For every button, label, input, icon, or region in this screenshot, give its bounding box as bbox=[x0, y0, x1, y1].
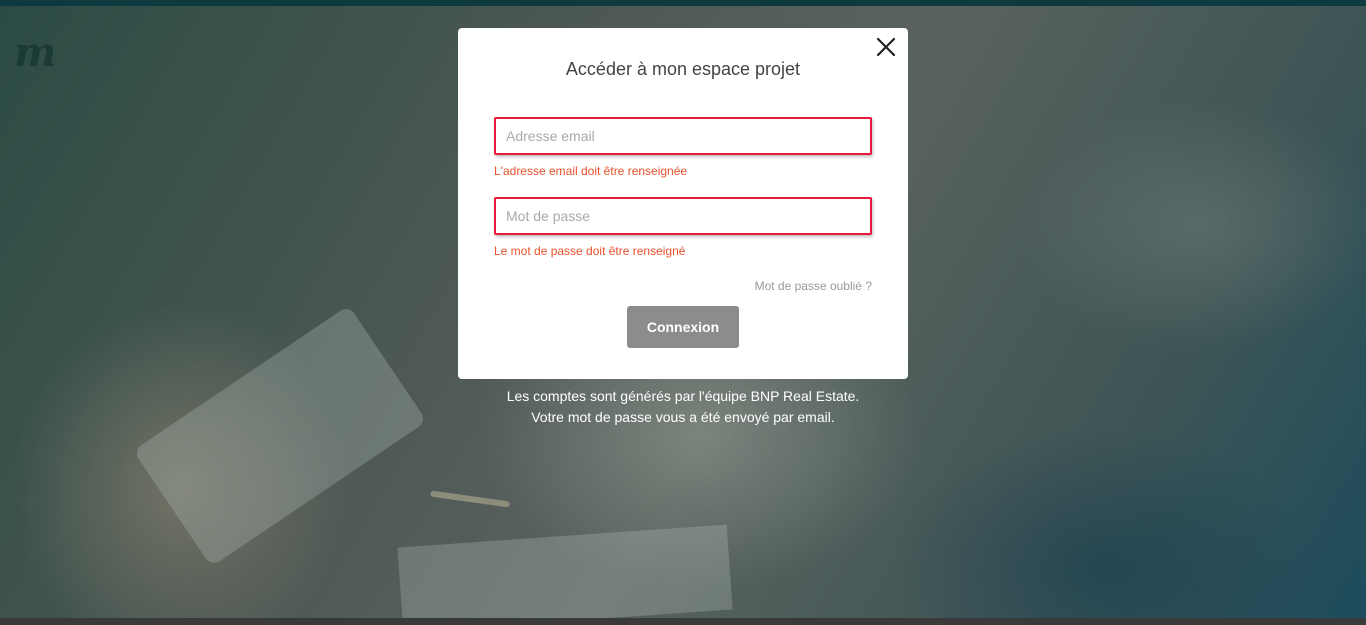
email-error-message: L'adresse email doit être renseignée bbox=[494, 164, 688, 178]
info-line-2: Votre mot de passe vous a été envoyé par… bbox=[531, 409, 835, 425]
background-tablet bbox=[133, 305, 427, 567]
close-icon bbox=[876, 37, 896, 57]
account-info-text: Les comptes sont générés par l'équipe BN… bbox=[458, 386, 908, 428]
info-line-1: Les comptes sont générés par l'équipe BN… bbox=[506, 388, 860, 404]
brand-logo[interactable]: m bbox=[14, 33, 66, 73]
password-field[interactable] bbox=[494, 197, 872, 235]
background-paper bbox=[397, 524, 733, 625]
password-error-message: Le mot de passe doit être renseigné bbox=[494, 244, 686, 258]
forgot-password-link[interactable]: Mot de passe oublié ? bbox=[658, 279, 872, 293]
login-modal: Accéder à mon espace projet L'adresse em… bbox=[458, 28, 908, 379]
connexion-button[interactable]: Connexion bbox=[627, 306, 739, 348]
bottom-bar bbox=[0, 618, 1366, 625]
email-field[interactable] bbox=[494, 117, 872, 155]
login-page: m Accéder à mon espace projet L'adresse … bbox=[0, 0, 1366, 625]
background-pen bbox=[429, 490, 511, 508]
close-button[interactable] bbox=[874, 35, 898, 59]
modal-title: Accéder à mon espace projet bbox=[565, 59, 801, 79]
